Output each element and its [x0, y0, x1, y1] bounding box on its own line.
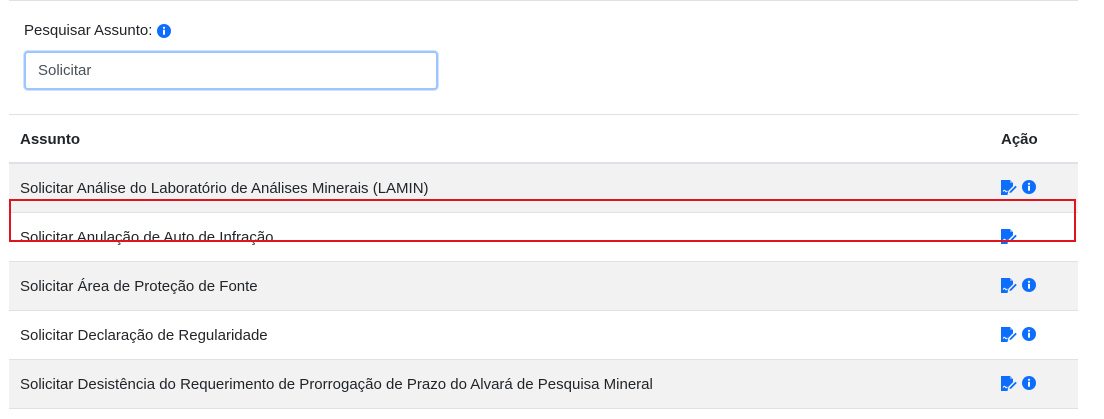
action-cell [1000, 228, 1017, 244]
search-label-group: Pesquisar Assunto: [24, 22, 172, 39]
edit-document-icon[interactable] [1000, 375, 1017, 391]
search-label: Pesquisar Assunto: [24, 22, 153, 39]
info-icon[interactable] [1022, 327, 1036, 341]
subject-cell: Solicitar Declaração de Regularidade [20, 327, 268, 344]
table-row: Solicitar Declaração de Regularidade [9, 311, 1078, 360]
action-cell [1000, 375, 1036, 391]
subject-cell: Solicitar Área de Proteção de Fonte [20, 278, 258, 295]
action-cell [1000, 179, 1036, 195]
subjects-table: Assunto Ação Solicitar Análise do Labora… [9, 114, 1078, 409]
subject-cell: Solicitar Desistência do Requerimento de… [20, 376, 653, 393]
table-row: Solicitar Área de Proteção de Fonte [9, 262, 1078, 311]
subject-cell: Solicitar Anulação de Auto de Infração [20, 229, 274, 246]
table-row: Solicitar Desistência do Requerimento de… [9, 360, 1078, 409]
action-cell [1000, 326, 1036, 342]
table-body: Solicitar Análise do Laboratório de Anál… [9, 164, 1078, 409]
search-input[interactable] [24, 51, 438, 90]
edit-document-icon[interactable] [1000, 326, 1017, 342]
info-icon[interactable] [1022, 180, 1036, 194]
subject-cell: Solicitar Análise do Laboratório de Anál… [20, 180, 429, 197]
edit-document-icon[interactable] [1000, 277, 1017, 293]
action-cell [1000, 277, 1036, 293]
search-panel: Pesquisar Assunto: Assunto Ação Solicita… [9, 0, 1078, 419]
column-header-subject: Assunto [20, 131, 80, 148]
edit-document-icon[interactable] [1000, 228, 1017, 244]
edit-document-icon[interactable] [1000, 179, 1017, 195]
info-icon[interactable] [1022, 278, 1036, 292]
table-header: Assunto Ação [9, 114, 1078, 164]
table-row: Solicitar Anulação de Auto de Infração [9, 213, 1078, 262]
table-row: Solicitar Análise do Laboratório de Anál… [9, 164, 1078, 213]
column-header-action: Ação [1001, 131, 1038, 148]
info-icon[interactable] [157, 23, 172, 38]
info-icon[interactable] [1022, 376, 1036, 390]
